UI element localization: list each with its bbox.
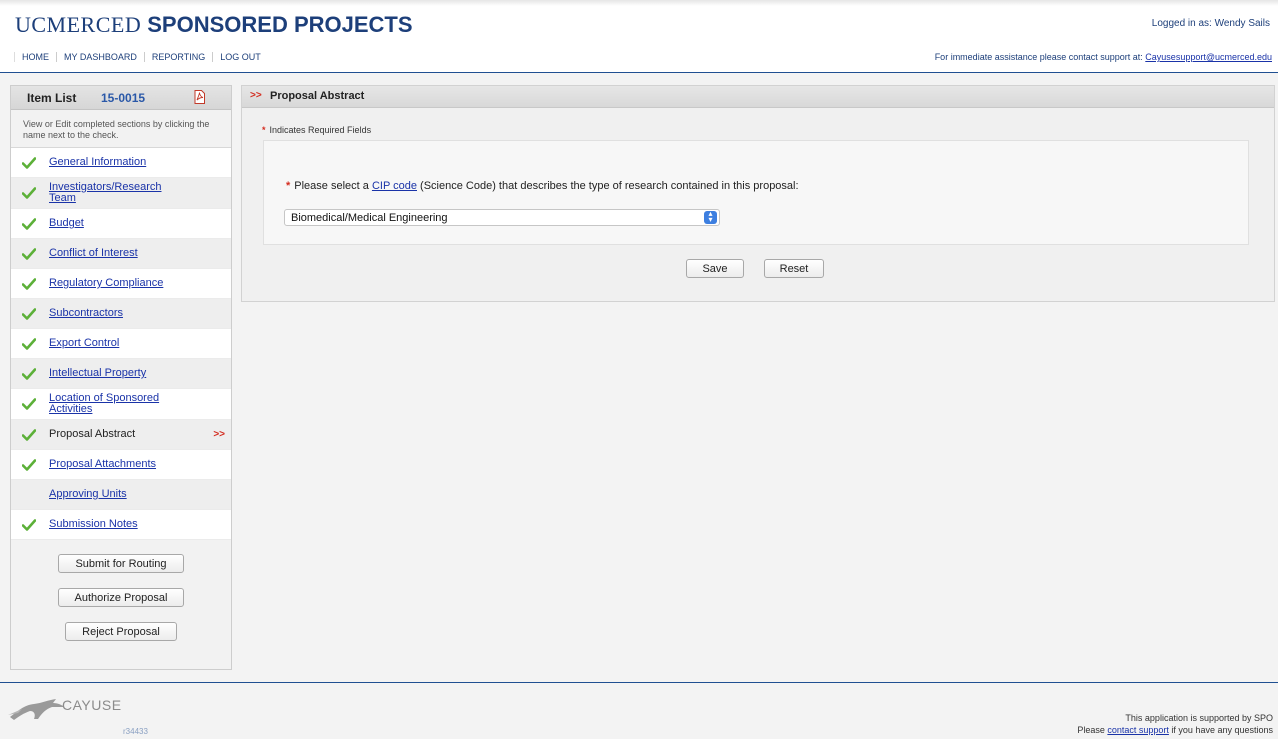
support-text-before: Please <box>1077 725 1108 735</box>
required-fields-note: * Indicates Required Fields <box>262 125 371 135</box>
panel-title: Proposal Abstract <box>270 90 365 102</box>
contact-support-link[interactable]: contact support <box>1107 725 1169 735</box>
question-text-before: Please select a <box>294 180 372 192</box>
required-star: * <box>262 125 266 135</box>
support-text-after: if you have any questions <box>1168 725 1273 735</box>
sidebar-item-general-information[interactable]: General Information <box>11 148 231 178</box>
check-icon <box>22 368 36 380</box>
item-list-header: Item List 15-0015 <box>11 86 231 110</box>
check-icon <box>22 278 36 290</box>
sidebar-item-label[interactable]: Export Control <box>49 338 189 349</box>
sidebar-item-investigators-research-team[interactable]: Investigators/Research Team <box>11 178 231 209</box>
brand-logo[interactable]: UCMERCED SPONSORED PROJECTS <box>15 12 413 38</box>
revision-number: r34433 <box>123 727 148 736</box>
sidebar-item-label: Proposal Abstract <box>49 428 136 440</box>
section-list: General Information Investigators/Researc… <box>11 148 231 540</box>
sidebar-item-label[interactable]: General Information <box>49 157 189 168</box>
item-list-title: Item List <box>27 91 77 105</box>
sidebar-item-export-control[interactable]: Export Control <box>11 329 231 359</box>
brand-title: SPONSORED PROJECTS <box>147 12 413 37</box>
select-updown-icon: ▴ ▾ <box>704 210 717 224</box>
sidebar-item-label[interactable]: Conflict of Interest <box>49 248 189 259</box>
sidebar-item-proposal-attachments[interactable]: Proposal Attachments <box>11 450 231 480</box>
check-icon <box>22 187 36 199</box>
sidebar-actions: Submit for Routing Authorize Proposal Re… <box>11 540 231 641</box>
sidebar-item-label[interactable]: Budget <box>49 218 189 229</box>
check-icon <box>22 459 36 471</box>
sidebar-item-label[interactable]: Intellectual Property <box>49 368 189 379</box>
nav-log-out[interactable]: LOG OUT <box>212 52 268 62</box>
cip-code-link[interactable]: CIP code <box>372 180 417 192</box>
check-icon <box>22 519 36 531</box>
support-email-link[interactable]: Cayusesupport@ucmerced.edu <box>1145 52 1272 62</box>
proposal-number: 15-0015 <box>101 91 146 105</box>
nav-reporting[interactable]: REPORTING <box>143 52 212 62</box>
cip-form-box: * Please select a CIP code (Science Code)… <box>263 140 1249 245</box>
sidebar-item-label[interactable]: Proposal Attachments <box>49 459 189 470</box>
cayuse-logo-text: CAYUSE <box>62 697 122 713</box>
pdf-icon[interactable] <box>194 90 205 104</box>
required-star: * <box>286 180 291 192</box>
app-footer: CAYUSE r34433 This application is suppor… <box>0 682 1278 739</box>
sidebar-item-label[interactable]: Investigators/Research Team <box>49 182 189 204</box>
check-icon <box>22 157 36 169</box>
sidebar-item-proposal-abstract[interactable]: Proposal Abstract >> <box>11 420 231 450</box>
sidebar-item-label[interactable]: Approving Units <box>49 489 189 500</box>
support-statement: This application is supported by SPO <box>1125 713 1273 723</box>
sidebar-item-location-of-sponsored-activities[interactable]: Location of Sponsored Activities <box>11 389 231 420</box>
check-icon <box>22 398 36 410</box>
cip-question: * Please select a CIP code (Science Code)… <box>286 180 799 192</box>
cip-code-select[interactable]: Biomedical/Medical Engineering ▴ ▾ <box>284 209 720 226</box>
horse-logo-icon <box>8 699 64 720</box>
sidebar-item-intellectual-property[interactable]: Intellectual Property <box>11 359 231 389</box>
sidebar-item-submission-notes[interactable]: Submission Notes <box>11 510 231 540</box>
sidebar-item-regulatory-compliance[interactable]: Regulatory Compliance <box>11 269 231 299</box>
sidebar-item-approving-units[interactable]: Approving Units <box>11 480 231 510</box>
nav-home[interactable]: HOME <box>14 52 56 62</box>
required-note-text: Indicates Required Fields <box>269 125 372 135</box>
question-text-after: (Science Code) that describes the type o… <box>417 180 799 192</box>
item-list-sidebar: Item List 15-0015 View or Edit completed… <box>10 85 232 670</box>
nav-my-dashboard[interactable]: MY DASHBOARD <box>56 52 144 62</box>
current-section-marker: >> <box>213 429 225 440</box>
sidebar-item-label[interactable]: Regulatory Compliance <box>49 278 189 289</box>
support-contact-line: Please contact support if you have any q… <box>1077 725 1273 735</box>
panel-header: >> Proposal Abstract <box>242 86 1274 108</box>
check-icon <box>22 248 36 260</box>
item-list-description: View or Edit completed sections by click… <box>11 110 231 148</box>
reject-proposal-button[interactable]: Reject Proposal <box>65 622 177 641</box>
check-icon <box>22 429 36 441</box>
save-button[interactable]: Save <box>686 259 744 278</box>
sidebar-item-budget[interactable]: Budget <box>11 209 231 239</box>
reset-button[interactable]: Reset <box>764 259 824 278</box>
logged-in-status: Logged in as: Wendy Sails <box>1151 18 1270 29</box>
check-icon <box>22 308 36 320</box>
sidebar-item-subcontractors[interactable]: Subcontractors <box>11 299 231 329</box>
brand-uc: UCMERCED <box>15 12 142 37</box>
check-icon <box>22 218 36 230</box>
submit-for-routing-button[interactable]: Submit for Routing <box>58 554 184 573</box>
sidebar-item-label[interactable]: Location of Sponsored Activities <box>49 393 189 415</box>
proposal-abstract-panel: >> Proposal Abstract * Indicates Required… <box>241 85 1275 302</box>
cip-selected-value: Biomedical/Medical Engineering <box>291 212 448 224</box>
assistance-text: For immediate assistance please contact … <box>934 52 1146 62</box>
assistance-note: For immediate assistance please contact … <box>935 52 1272 62</box>
authorize-proposal-button[interactable]: Authorize Proposal <box>58 588 184 607</box>
sidebar-item-label[interactable]: Submission Notes <box>49 519 189 530</box>
sidebar-item-conflict-of-interest[interactable]: Conflict of Interest <box>11 239 231 269</box>
sidebar-item-label[interactable]: Subcontractors <box>49 308 189 319</box>
check-icon <box>22 338 36 350</box>
app-header: UCMERCED SPONSORED PROJECTS Logged in as:… <box>0 0 1278 73</box>
section-marker: >> <box>250 90 262 101</box>
top-nav: HOME MY DASHBOARD REPORTING LOG OUT <box>14 52 268 62</box>
